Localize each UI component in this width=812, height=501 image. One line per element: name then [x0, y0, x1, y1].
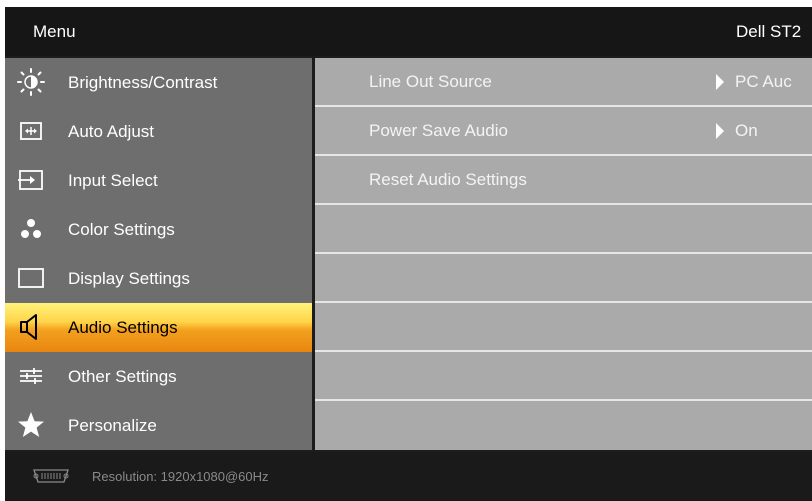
- menu-item-label: Audio Settings: [68, 318, 178, 337]
- display-settings-icon: [18, 268, 44, 288]
- audio-settings-panel: Line Out Source PC Auc Power Save Audio …: [315, 58, 812, 450]
- auto-adjust-icon: [20, 122, 42, 140]
- arrow-right-icon: [716, 123, 724, 139]
- row-value: PC Auc: [735, 72, 792, 91]
- input-select-icon: [18, 170, 43, 190]
- other-settings-icon: [20, 368, 42, 384]
- line-out-source-row[interactable]: Line Out Source PC Auc: [315, 58, 812, 107]
- menu-item-label: Auto Adjust: [68, 122, 155, 141]
- empty-row: [315, 303, 812, 352]
- empty-row: [315, 352, 812, 401]
- osd-footer: Resolution: 1920x1080@60Hz: [5, 452, 812, 501]
- empty-row: [315, 254, 812, 303]
- osd-header: Menu Dell ST2: [5, 7, 812, 56]
- menu-item-other-settings[interactable]: Other Settings: [5, 352, 312, 401]
- osd-window: Menu Dell ST2 Brightness/Contrast Auto A…: [5, 7, 812, 501]
- arrow-right-icon: [716, 74, 724, 90]
- menu-item-audio-settings[interactable]: Audio Settings: [5, 303, 312, 352]
- menu-item-label: Color Settings: [68, 220, 175, 239]
- row-label: Line Out Source: [369, 72, 492, 91]
- empty-row: [315, 401, 812, 448]
- resolution-status: Resolution: 1920x1080@60Hz: [92, 469, 269, 484]
- menu-item-brightness-contrast[interactable]: Brightness/Contrast: [5, 58, 312, 107]
- menu-item-auto-adjust[interactable]: Auto Adjust: [5, 107, 312, 156]
- speaker-icon: [20, 314, 37, 340]
- row-label: Reset Audio Settings: [369, 170, 527, 189]
- menu-item-label: Other Settings: [68, 367, 177, 386]
- brightness-icon: [17, 68, 45, 96]
- menu-item-display-settings[interactable]: Display Settings: [5, 254, 312, 303]
- menu-item-label: Brightness/Contrast: [68, 73, 218, 92]
- monitor-model: Dell ST2: [736, 22, 802, 41]
- main-menu: Brightness/Contrast Auto Adjust Input Se…: [5, 58, 312, 450]
- menu-item-color-settings[interactable]: Color Settings: [5, 205, 312, 254]
- menu-item-label: Display Settings: [68, 269, 190, 288]
- empty-row: [315, 205, 812, 254]
- reset-audio-settings-row[interactable]: Reset Audio Settings: [315, 156, 812, 205]
- menu-item-personalize[interactable]: Personalize: [5, 401, 312, 450]
- menu-item-input-select[interactable]: Input Select: [5, 156, 312, 205]
- menu-item-label: Personalize: [68, 416, 157, 435]
- power-save-audio-row[interactable]: Power Save Audio On: [315, 107, 812, 156]
- color-settings-icon: [21, 219, 41, 238]
- star-icon: [18, 412, 44, 437]
- row-label: Power Save Audio: [369, 121, 508, 140]
- row-value: On: [735, 121, 758, 140]
- vga-connector-icon: [33, 469, 69, 483]
- menu-title: Menu: [33, 22, 76, 41]
- menu-item-label: Input Select: [68, 171, 158, 190]
